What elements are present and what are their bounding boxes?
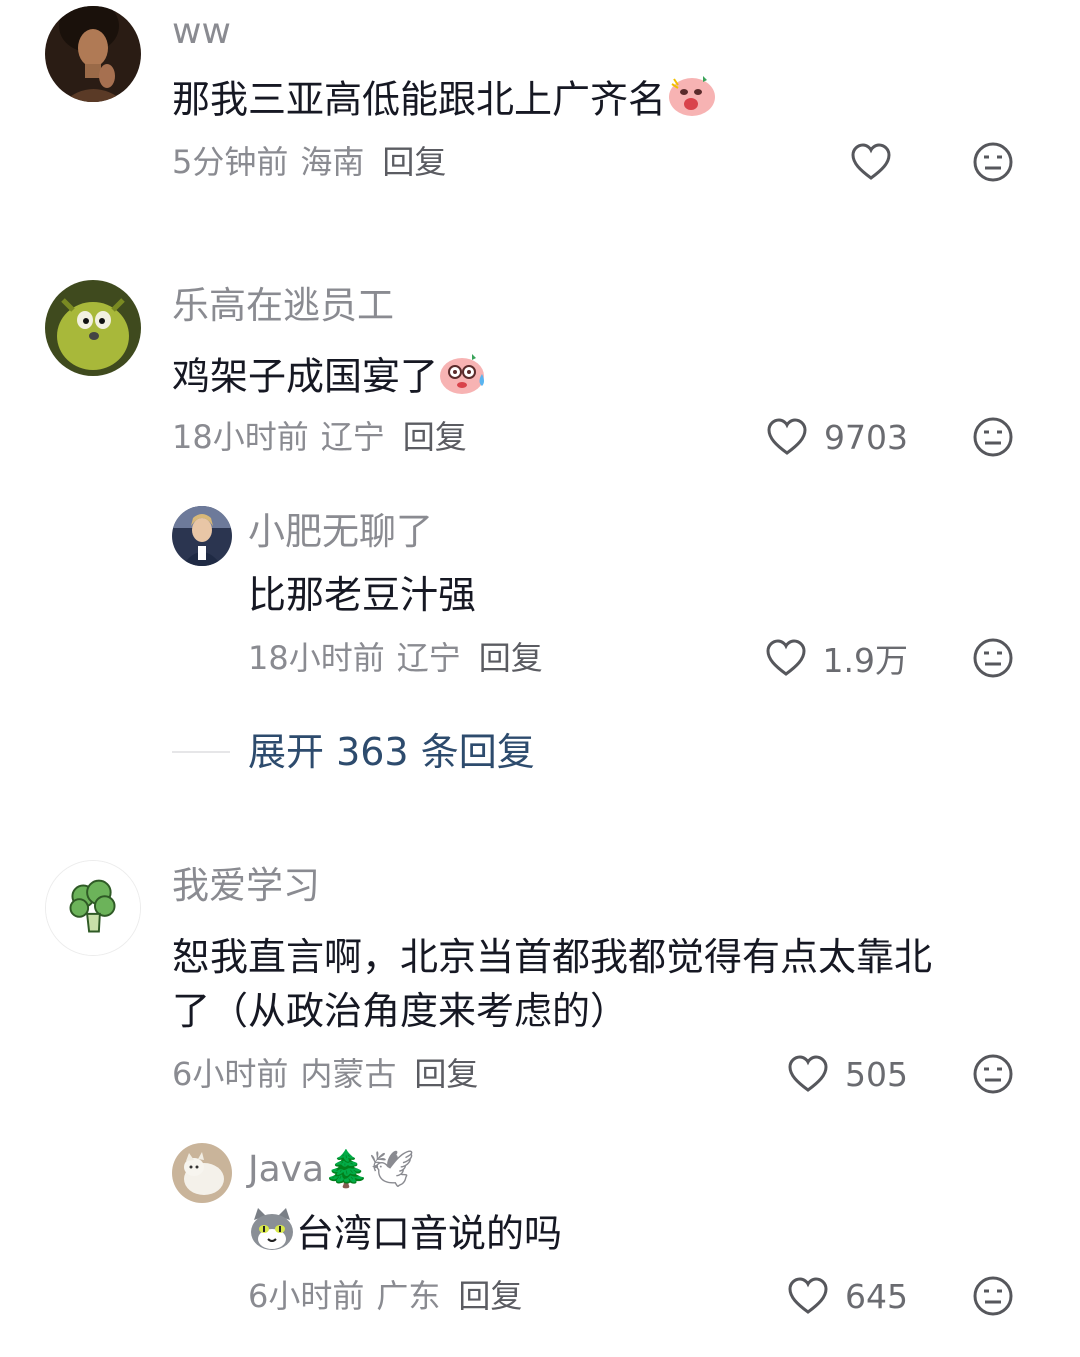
dislike-button[interactable] bbox=[972, 416, 1014, 458]
reply-location: 辽宁 bbox=[396, 639, 461, 677]
reply-button[interactable]: 回复 bbox=[382, 143, 446, 181]
neutral-face-icon bbox=[973, 142, 1013, 182]
cat-photo-icon bbox=[172, 1143, 232, 1203]
comment-time: 6小时前 bbox=[172, 1055, 289, 1093]
dislike-button[interactable] bbox=[972, 637, 1014, 679]
comment-text: 鸡架子成国宴了 bbox=[172, 348, 490, 410]
comment-username[interactable]: ww bbox=[172, 10, 231, 54]
avatar[interactable] bbox=[45, 280, 141, 376]
expand-replies-button[interactable]: 展开 363 条回复 bbox=[248, 727, 535, 777]
reply-button[interactable]: 回复 bbox=[403, 418, 467, 456]
reply-time: 6小时前 bbox=[248, 1277, 365, 1315]
avatar[interactable] bbox=[172, 506, 232, 566]
like-count: 505 bbox=[845, 1054, 908, 1094]
cat-emoji-icon bbox=[248, 1206, 296, 1266]
avatar[interactable] bbox=[45, 860, 141, 956]
neutral-face-icon bbox=[973, 1276, 1013, 1316]
comment-meta: 6小时前 内蒙古 回复 bbox=[172, 1054, 490, 1094]
reply-text: 台湾口音说的吗 bbox=[248, 1206, 562, 1266]
heart-icon bbox=[851, 143, 891, 180]
like-button[interactable] bbox=[850, 140, 908, 184]
like-count: 9703 bbox=[824, 417, 908, 457]
like-button[interactable]: 645 bbox=[787, 1274, 908, 1318]
like-button[interactable]: 1.9万 bbox=[765, 636, 908, 680]
comment-time: 18小时前 bbox=[172, 418, 309, 456]
comment-location: 海南 bbox=[300, 143, 365, 181]
expand-divider bbox=[172, 751, 230, 753]
comment-meta: 5分钟前 海南 回复 bbox=[172, 142, 458, 182]
reply-text: 比那老豆汁强 bbox=[248, 573, 477, 617]
green-creature-icon bbox=[45, 280, 141, 376]
like-count: 645 bbox=[845, 1276, 908, 1316]
comment-location: 辽宁 bbox=[320, 418, 385, 456]
angry-pig-emoji-icon bbox=[666, 72, 718, 132]
heart-icon bbox=[788, 1055, 828, 1092]
heart-icon bbox=[767, 418, 807, 455]
like-button[interactable]: 505 bbox=[787, 1052, 908, 1096]
comment-time: 5分钟前 bbox=[172, 143, 289, 181]
person-photo-icon bbox=[172, 506, 232, 566]
comment-text-line-1: 恕我直言啊，北京当首都我都觉得有点太靠北 bbox=[172, 935, 933, 979]
broccoli-icon bbox=[46, 861, 140, 955]
reply-location: 广东 bbox=[376, 1277, 441, 1315]
neutral-face-icon bbox=[973, 417, 1013, 457]
comment-username[interactable]: 乐高在逃员工 bbox=[172, 284, 394, 328]
reply-meta: 18小时前 辽宁 回复 bbox=[248, 638, 555, 678]
sweat-pig-emoji-icon bbox=[438, 348, 490, 410]
like-count: 1.9万 bbox=[822, 641, 908, 680]
dislike-button[interactable] bbox=[972, 1053, 1014, 1095]
reply-username[interactable]: Java🌲🕊 bbox=[248, 1148, 415, 1192]
avatar[interactable] bbox=[45, 6, 141, 102]
woman-portrait-icon bbox=[45, 6, 141, 102]
comment-username[interactable]: 我爱学习 bbox=[172, 864, 320, 908]
dislike-button[interactable] bbox=[972, 1275, 1014, 1317]
reply-button[interactable]: 回复 bbox=[458, 1277, 522, 1315]
neutral-face-icon bbox=[973, 1054, 1013, 1094]
avatar[interactable] bbox=[172, 1143, 232, 1203]
reply-time: 18小时前 bbox=[248, 639, 385, 677]
comment-location: 内蒙古 bbox=[300, 1055, 397, 1093]
neutral-face-icon bbox=[973, 638, 1013, 678]
comment-text: 那我三亚高低能跟北上广齐名 bbox=[172, 72, 718, 132]
dislike-button[interactable] bbox=[972, 141, 1014, 183]
like-button[interactable]: 9703 bbox=[766, 415, 908, 459]
reply-meta: 6小时前 广东 回复 bbox=[248, 1276, 534, 1316]
reply-button[interactable]: 回复 bbox=[414, 1055, 478, 1093]
comment-text-line-2: 了（从政治角度来考虑的） bbox=[172, 989, 629, 1033]
tree-dove-emojis: 🌲🕊 bbox=[324, 1149, 415, 1190]
heart-icon bbox=[766, 639, 806, 676]
comment-meta: 18小时前 辽宁 回复 bbox=[172, 417, 479, 457]
reply-username[interactable]: 小肥无聊了 bbox=[248, 510, 433, 554]
reply-button[interactable]: 回复 bbox=[479, 639, 543, 677]
heart-icon bbox=[788, 1277, 828, 1314]
